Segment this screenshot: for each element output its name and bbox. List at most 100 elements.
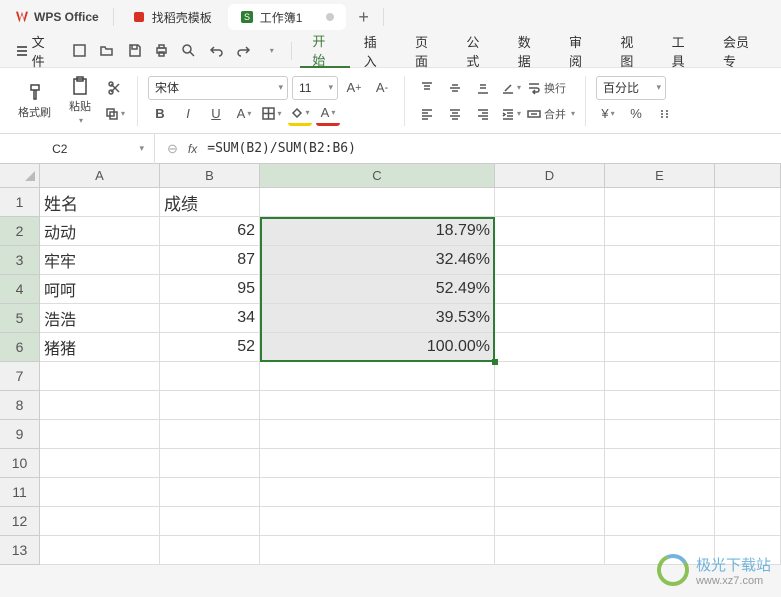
name-box[interactable]: C2 ▾	[0, 134, 155, 164]
cell[interactable]: 18.79%	[260, 217, 495, 246]
cell[interactable]: 成绩	[160, 188, 260, 217]
cell[interactable]	[40, 507, 160, 536]
tab-member[interactable]: 会员专	[711, 34, 773, 68]
cell[interactable]	[40, 536, 160, 565]
align-middle-button[interactable]	[443, 76, 467, 100]
align-bottom-button[interactable]	[471, 76, 495, 100]
align-left-button[interactable]	[415, 102, 439, 126]
cell[interactable]	[715, 362, 781, 391]
bold-button[interactable]: B	[148, 102, 172, 126]
cell[interactable]	[495, 536, 605, 565]
tab-insert[interactable]: 插入	[352, 34, 401, 68]
col-header-e[interactable]: E	[605, 164, 715, 188]
print-button[interactable]	[149, 38, 174, 64]
cell[interactable]	[605, 333, 715, 362]
tab-view[interactable]: 视图	[608, 34, 657, 68]
cell[interactable]: 52	[160, 333, 260, 362]
cell[interactable]	[495, 217, 605, 246]
row-header[interactable]: 5	[0, 304, 40, 333]
col-header-c[interactable]: C	[260, 164, 495, 188]
wrap-button[interactable]: 换行	[527, 76, 566, 100]
align-top-button[interactable]	[415, 76, 439, 100]
orientation-button[interactable]	[499, 76, 523, 100]
cell[interactable]	[495, 478, 605, 507]
row-header[interactable]: 10	[0, 449, 40, 478]
cell[interactable]	[495, 391, 605, 420]
fill-color-button[interactable]	[288, 102, 312, 126]
cell[interactable]	[605, 420, 715, 449]
cell[interactable]: 牢牢	[40, 246, 160, 275]
cell[interactable]	[495, 304, 605, 333]
cell[interactable]	[715, 507, 781, 536]
row-header[interactable]: 4	[0, 275, 40, 304]
cell[interactable]: 95	[160, 275, 260, 304]
italic-button[interactable]: I	[176, 102, 200, 126]
cell[interactable]	[160, 420, 260, 449]
cell[interactable]	[715, 188, 781, 217]
cell[interactable]: 87	[160, 246, 260, 275]
save-button[interactable]	[122, 38, 147, 64]
align-right-button[interactable]	[471, 102, 495, 126]
cell[interactable]: 32.46%	[260, 246, 495, 275]
more-button[interactable]	[258, 38, 283, 64]
cell[interactable]	[40, 478, 160, 507]
fx-icon[interactable]: fx	[188, 142, 197, 156]
cell[interactable]	[40, 449, 160, 478]
align-center-button[interactable]	[443, 102, 467, 126]
cell[interactable]: 猪猪	[40, 333, 160, 362]
cell[interactable]	[260, 449, 495, 478]
cell[interactable]: 100.00%	[260, 333, 495, 362]
row-header[interactable]: 3	[0, 246, 40, 275]
cell[interactable]	[715, 391, 781, 420]
row-header[interactable]: 6	[0, 333, 40, 362]
comma-button[interactable]	[652, 102, 676, 126]
cell[interactable]	[40, 362, 160, 391]
cell[interactable]	[605, 275, 715, 304]
cell[interactable]: 浩浩	[40, 304, 160, 333]
row-header[interactable]: 2	[0, 217, 40, 246]
cell[interactable]	[605, 188, 715, 217]
cell[interactable]	[260, 391, 495, 420]
cell[interactable]	[605, 362, 715, 391]
cell[interactable]	[495, 188, 605, 217]
cell[interactable]	[605, 449, 715, 478]
cell[interactable]: 呵呵	[40, 275, 160, 304]
tab-workbook[interactable]: S 工作簿1	[228, 4, 347, 30]
cell[interactable]	[605, 217, 715, 246]
increase-font-button[interactable]: A+	[342, 76, 366, 100]
cell[interactable]	[715, 304, 781, 333]
row-header[interactable]: 12	[0, 507, 40, 536]
undo-button[interactable]	[203, 38, 228, 64]
tab-formula[interactable]: 公式	[454, 34, 503, 68]
cell[interactable]	[495, 246, 605, 275]
row-header[interactable]: 13	[0, 536, 40, 565]
preview-button[interactable]	[176, 38, 201, 64]
tab-tools[interactable]: 工具	[660, 34, 709, 68]
cell[interactable]	[495, 333, 605, 362]
cell[interactable]	[160, 391, 260, 420]
cell[interactable]	[495, 420, 605, 449]
cell[interactable]	[715, 449, 781, 478]
underline-button[interactable]: U	[204, 102, 228, 126]
strike-button[interactable]: A	[232, 102, 256, 126]
font-size-select[interactable]: 11▾	[292, 76, 338, 100]
file-menu[interactable]: 文件	[8, 32, 65, 70]
cell[interactable]	[260, 362, 495, 391]
row-header[interactable]: 8	[0, 391, 40, 420]
font-name-select[interactable]: 宋体▾	[148, 76, 288, 100]
currency-button[interactable]: ¥	[596, 102, 620, 126]
cell[interactable]	[40, 420, 160, 449]
cell[interactable]	[495, 275, 605, 304]
tab-templates[interactable]: 找稻壳模板	[120, 4, 224, 30]
cell[interactable]: 39.53%	[260, 304, 495, 333]
cell[interactable]: 动动	[40, 217, 160, 246]
cell[interactable]: 34	[160, 304, 260, 333]
fill-handle[interactable]	[492, 359, 498, 365]
cut-button[interactable]	[103, 76, 127, 100]
cell[interactable]	[715, 420, 781, 449]
indent-button[interactable]	[499, 102, 523, 126]
copy-button[interactable]	[103, 102, 127, 126]
cell[interactable]	[160, 536, 260, 565]
col-header-d[interactable]: D	[495, 164, 605, 188]
row-header[interactable]: 9	[0, 420, 40, 449]
